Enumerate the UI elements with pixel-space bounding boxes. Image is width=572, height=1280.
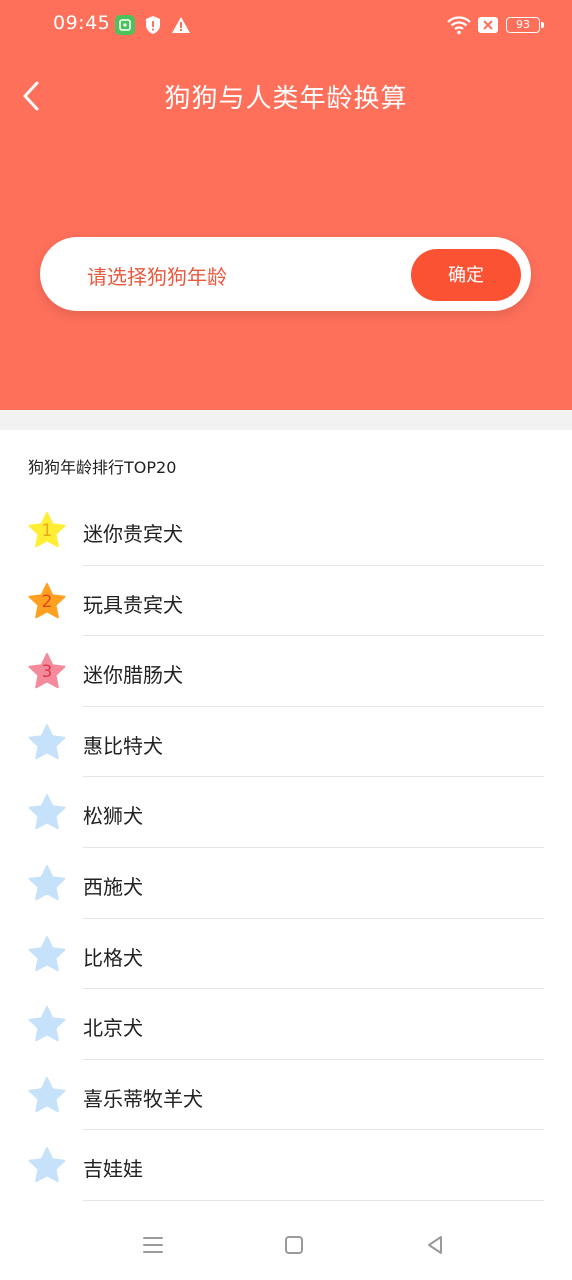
age-picker[interactable]: 请选择狗狗年龄 确定 xyxy=(40,237,531,311)
star-icon: 3 xyxy=(26,651,68,693)
star-icon: 1 xyxy=(26,510,68,552)
rank-number: 3 xyxy=(41,662,53,683)
list-item[interactable]: 北京犬 xyxy=(0,989,572,1060)
breed-name: 比格犬 xyxy=(83,945,143,970)
menu-icon xyxy=(143,1237,163,1253)
sim-off-icon xyxy=(477,14,499,36)
list-item[interactable]: 惠比特犬 xyxy=(0,707,572,778)
system-nav-bar xyxy=(0,1210,572,1280)
star-icon: 2 xyxy=(26,581,68,623)
breed-name: 松狮犬 xyxy=(83,804,143,829)
list-item[interactable]: 喜乐蒂牧羊犬 xyxy=(0,1060,572,1131)
star-icon xyxy=(26,792,68,834)
star-icon xyxy=(26,934,68,976)
header-banner: 09:45 93 狗狗与人类年龄换算 请选择狗狗年龄 确定 xyxy=(0,0,572,410)
status-bar: 09:45 93 xyxy=(0,0,572,52)
rank-number: 2 xyxy=(41,591,53,612)
home-icon xyxy=(285,1236,303,1254)
back-triangle-icon xyxy=(428,1236,442,1254)
status-time: 09:45 xyxy=(53,12,111,34)
star-icon xyxy=(26,863,68,905)
breed-name: 迷你贵宾犬 xyxy=(83,522,183,546)
page-title: 狗狗与人类年龄换算 xyxy=(164,84,408,114)
home-button[interactable] xyxy=(279,1230,309,1260)
breed-name: 惠比特犬 xyxy=(83,733,163,758)
breed-name: 北京犬 xyxy=(83,1016,143,1041)
confirm-button[interactable]: 确定 xyxy=(411,249,521,301)
warning-icon xyxy=(170,14,192,36)
list-item[interactable]: 2 玩具贵宾犬 xyxy=(0,566,572,637)
age-picker-placeholder[interactable]: 请选择狗狗年龄 xyxy=(87,261,227,290)
star-icon xyxy=(26,1004,68,1046)
breed-name: 西施犬 xyxy=(83,874,143,899)
battery-icon: 93 xyxy=(506,17,544,33)
star-icon xyxy=(26,1145,68,1187)
star-icon xyxy=(26,722,68,764)
list-item[interactable]: 3 迷你腊肠犬 xyxy=(0,636,572,707)
list-item[interactable]: 比格犬 xyxy=(0,919,572,990)
app-notification-icon xyxy=(114,14,136,36)
breed-name: 吉娃娃 xyxy=(83,1157,143,1182)
shield-icon xyxy=(142,14,164,36)
list-item[interactable]: 西施犬 xyxy=(0,848,572,919)
breed-name: 玩具贵宾犬 xyxy=(83,592,183,617)
list-item[interactable]: 松狮犬 xyxy=(0,777,572,848)
back-nav-button[interactable] xyxy=(420,1230,450,1260)
breed-name: 喜乐蒂牧羊犬 xyxy=(83,1086,203,1111)
menu-button[interactable] xyxy=(138,1230,168,1260)
breed-name: 迷你腊肠犬 xyxy=(83,663,183,688)
section-divider xyxy=(0,410,572,430)
list-item[interactable]: 吉娃娃 xyxy=(0,1130,572,1201)
ranking-title: 狗狗年龄排行TOP20 xyxy=(28,458,177,477)
list-item[interactable]: 1 迷你贵宾犬 xyxy=(0,495,572,566)
wifi-icon xyxy=(446,14,472,36)
ranking-list: 1 迷你贵宾犬 2 玩具贵宾犬 3 迷你腊肠犬 惠比特犬 松狮犬 西施犬 比格犬… xyxy=(0,495,572,1201)
rank-number: 1 xyxy=(41,521,53,541)
star-icon xyxy=(26,1075,68,1117)
row-divider xyxy=(83,1199,544,1201)
